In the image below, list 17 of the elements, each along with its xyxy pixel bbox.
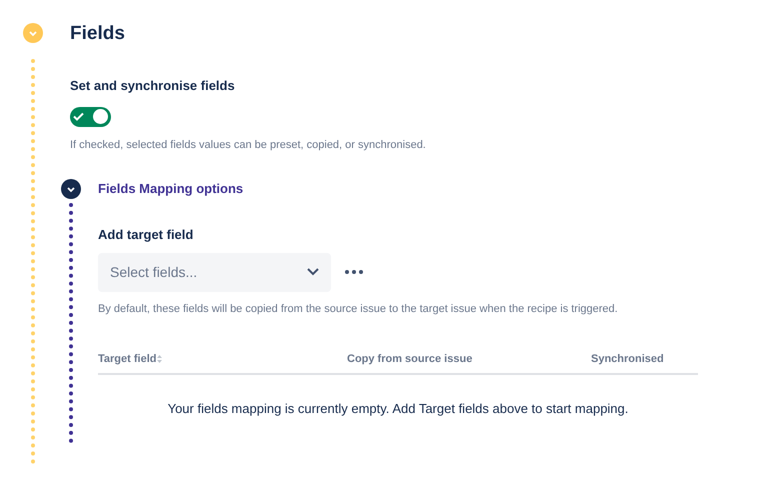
help-text: If checked, selected fields values can be preset, copied, or synchronised. [70,138,427,152]
column-header[interactable]: Target field [98,351,347,368]
sort-icon [157,355,162,364]
column-header[interactable]: Copy from source issue [347,351,591,368]
toggle-switch[interactable] [70,106,111,126]
select-field[interactable]: Select fields... [98,252,331,292]
field-label: Add target field [98,226,194,244]
section-title: Fields [70,23,126,45]
subsection-title: Fields Mapping options [98,180,244,198]
empty-state-text: Your fields mapping is currently empty. Add Target fields above to start mapping. [166,400,630,418]
column-header[interactable]: Synchronised [591,351,698,368]
chevron-icon[interactable] [61,179,81,199]
check-icon [73,112,84,121]
toggle-label: Set and synchronise fields [70,77,236,95]
chevron-down-icon [307,268,319,276]
more-icon[interactable] [345,270,363,274]
help-text: By default, these fields will be copied from the source issue to the target issue when the recipe is triggered. [98,302,619,316]
